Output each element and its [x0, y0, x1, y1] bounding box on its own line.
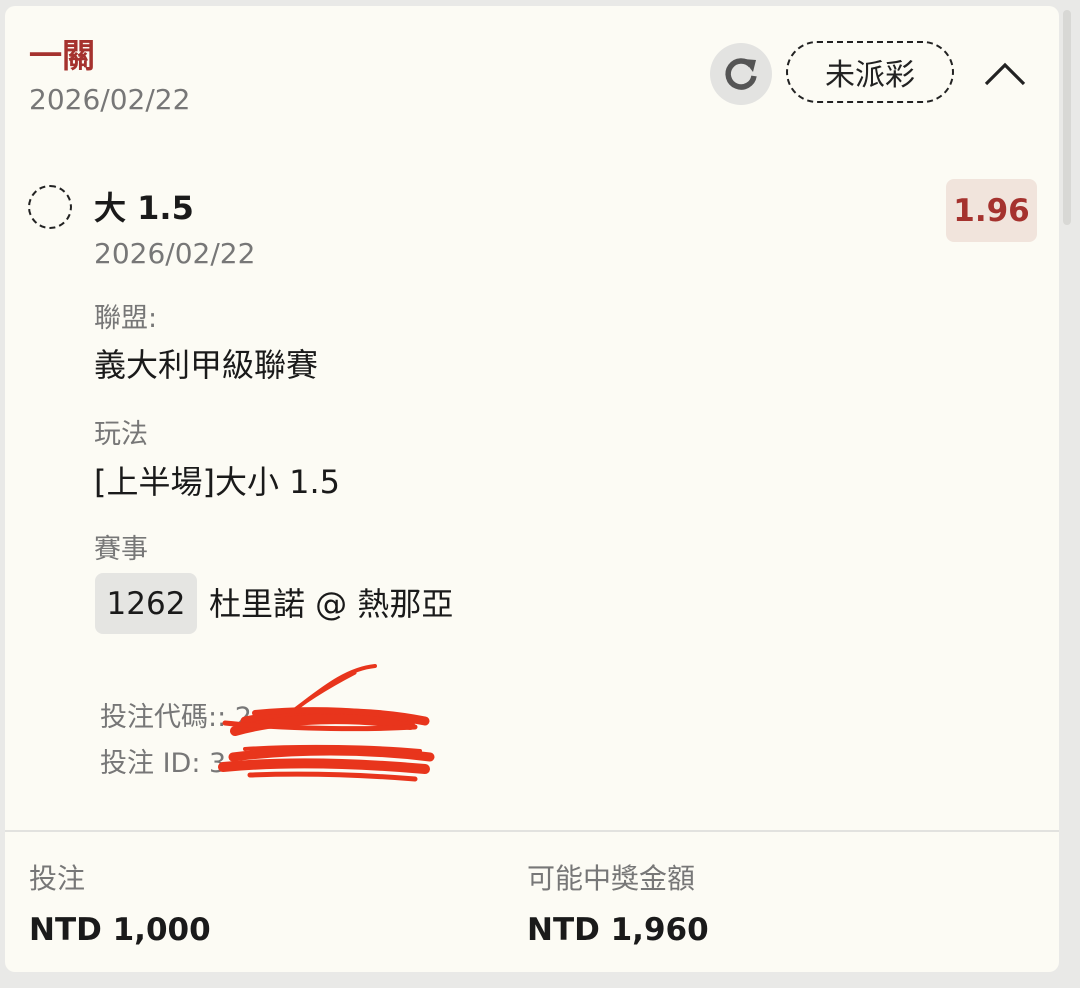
bet-type-title: 一關	[29, 36, 95, 75]
league-value: 義大利甲級聯賽	[94, 346, 319, 384]
payout-value: NTD 1,960	[527, 912, 709, 948]
refresh-icon	[725, 58, 757, 90]
bet-slip-card: 一關 2026/02/22 未派彩 大 1.5 1.96 2026/02/22 …	[5, 6, 1059, 972]
market-label: 玩法	[94, 419, 148, 450]
collapse-button[interactable]	[977, 46, 1033, 102]
market-value: [上半場]大小 1.5	[94, 463, 341, 501]
match-id-badge: 1262	[95, 573, 197, 634]
bet-code: 投注代碼:: 2	[100, 702, 252, 733]
event-label: 賽事	[94, 534, 148, 565]
chevron-up-icon	[984, 62, 1026, 86]
status-badge: 未派彩	[786, 41, 954, 103]
league-label: 聯盟:	[94, 303, 158, 334]
selection-date: 2026/02/22	[94, 237, 256, 270]
stake-value: NTD 1,000	[29, 912, 211, 948]
match-name: 杜里諾 @ 熱那亞	[209, 585, 454, 623]
selection-name: 大 1.5	[94, 189, 194, 227]
bet-date: 2026/02/22	[29, 83, 191, 116]
odds-badge: 1.96	[946, 179, 1037, 242]
payout-label: 可能中獎金額	[527, 862, 696, 895]
pending-circle-icon	[28, 185, 72, 229]
refresh-button[interactable]	[710, 43, 772, 105]
stake-label: 投注	[29, 862, 86, 895]
scrollbar[interactable]	[1063, 10, 1071, 225]
footer-divider	[5, 830, 1059, 832]
bet-id: 投注 ID: 3	[100, 748, 227, 779]
